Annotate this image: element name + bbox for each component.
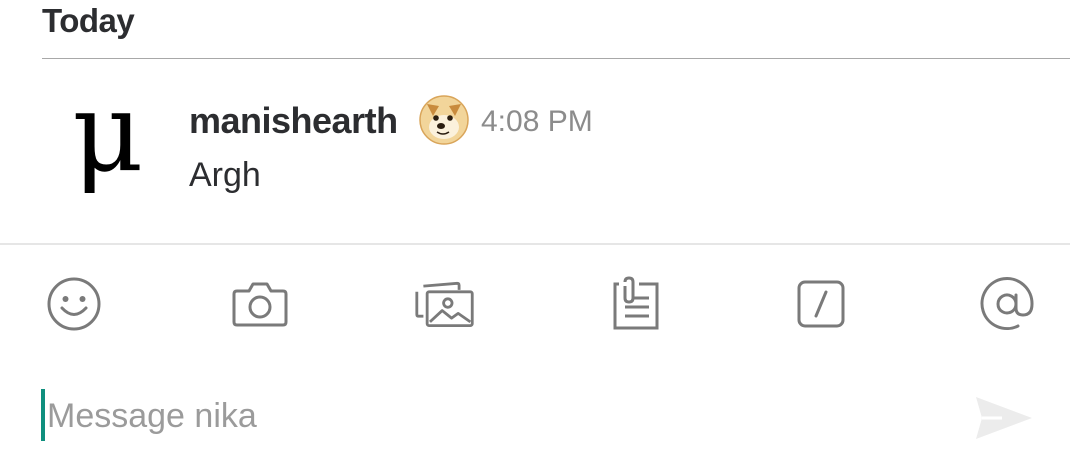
message-input[interactable]: [47, 391, 947, 441]
author-name[interactable]: manishearth: [189, 100, 398, 142]
avatar[interactable]: μ: [68, 88, 148, 208]
composer-toolbar: [0, 245, 1070, 355]
attach-file-button[interactable]: [605, 273, 667, 335]
day-divider-label: Today: [42, 2, 135, 39]
smiley-icon: [47, 277, 101, 331]
mention-button[interactable]: [976, 273, 1038, 335]
message-item: μ manishearth 4:08 PM Argh: [0, 80, 1070, 220]
camera-button[interactable]: [229, 273, 291, 335]
day-divider: Today: [42, 0, 1070, 59]
text-caret: [41, 389, 45, 441]
message-composer: [0, 243, 1070, 471]
at-mention-icon: [980, 277, 1034, 331]
avatar-glyph: μ: [72, 88, 144, 196]
doge-emoji-icon: [419, 95, 469, 145]
message-text: Argh: [189, 156, 261, 194]
message-input-row: [0, 385, 1070, 455]
file-icon: [613, 276, 659, 330]
camera-icon: [232, 282, 288, 327]
emoji-button[interactable]: [43, 273, 105, 335]
send-icon[interactable]: [972, 393, 1036, 443]
slash-command-icon: [797, 280, 845, 328]
photo-library-button[interactable]: [414, 273, 476, 335]
photos-icon: [415, 281, 474, 328]
slash-command-button[interactable]: [790, 273, 852, 335]
message-timestamp[interactable]: 4:08 PM: [481, 105, 593, 139]
